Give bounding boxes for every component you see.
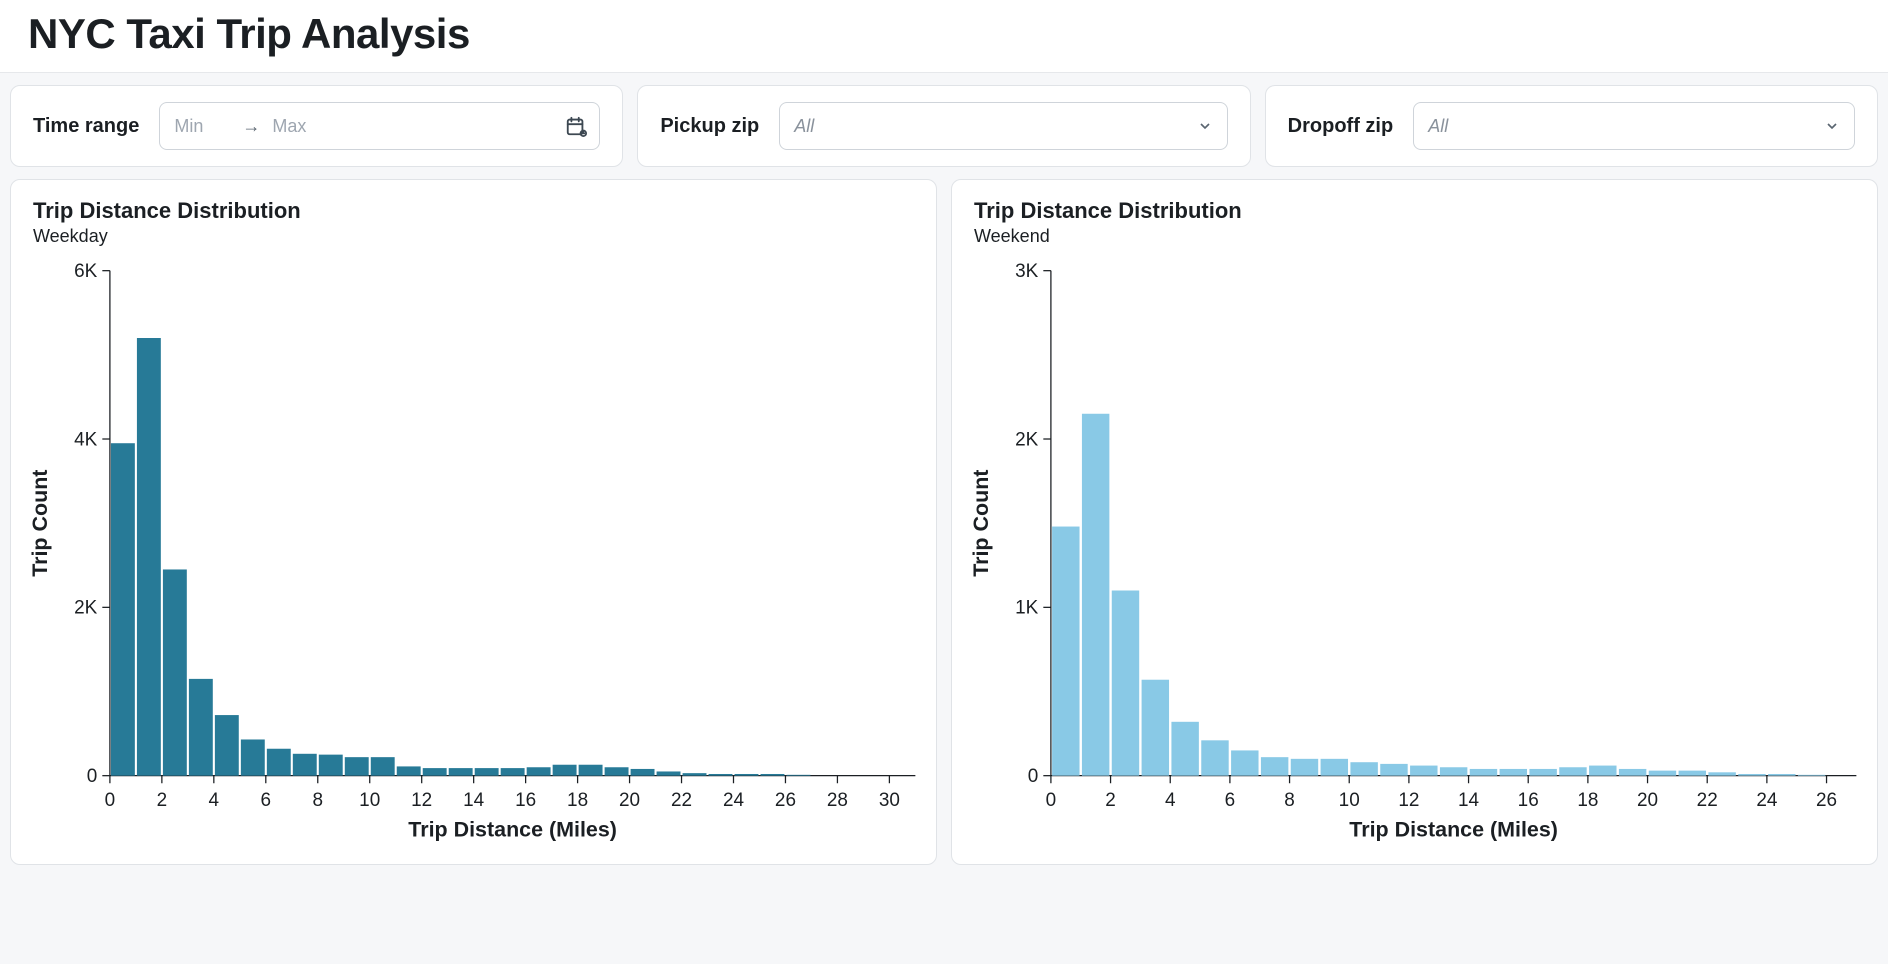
svg-text:Trip Count: Trip Count [28,470,52,577]
svg-text:Trip Distance (Miles): Trip Distance (Miles) [1349,817,1558,841]
svg-text:2K: 2K [1015,429,1039,450]
svg-text:28: 28 [827,790,848,811]
svg-text:12: 12 [411,790,432,811]
chart-subtitle: Weekday [33,226,928,247]
svg-text:4K: 4K [74,429,98,450]
svg-text:0: 0 [1028,766,1039,787]
chart-weekday-card: Trip Distance Distribution Weekday 0 2K 4K… [10,179,937,865]
pickup-zip-select[interactable]: All [779,102,1227,150]
svg-text:30: 30 [879,790,900,811]
chart-weekend: 01K2K3K02468101214161820222426Trip Dista… [960,253,1869,846]
chart-subtitle: Weekend [974,226,1869,247]
svg-text:6: 6 [1225,790,1236,811]
svg-text:Trip Count: Trip Count [969,470,993,577]
svg-text:1K: 1K [1015,598,1039,619]
time-range-label: Time range [33,115,139,138]
chart-title: Trip Distance Distribution [33,198,928,224]
pickup-zip-value: All [794,116,814,137]
svg-text:20: 20 [619,790,640,811]
svg-text:18: 18 [567,790,588,811]
time-range-input[interactable]: → [159,102,600,150]
svg-text:12: 12 [1398,790,1419,811]
svg-text:6: 6 [261,790,272,811]
calendar-icon[interactable] [565,115,587,137]
svg-text:24: 24 [723,790,744,811]
svg-text:Trip Distance (Miles): Trip Distance (Miles) [408,817,617,841]
svg-text:14: 14 [1458,790,1479,811]
svg-text:10: 10 [1339,790,1360,811]
chevron-down-icon [1824,118,1840,134]
pickup-zip-label: Pickup zip [660,115,759,138]
svg-text:0: 0 [105,790,116,811]
svg-text:20: 20 [1637,790,1658,811]
charts: Trip Distance Distribution Weekday 0 2K 4K… [0,179,1888,879]
header: NYC Taxi Trip Analysis [0,0,1888,73]
svg-text:10: 10 [359,790,380,811]
dropoff-zip-card: Dropoff zip All [1265,85,1878,167]
svg-text:2: 2 [1105,790,1116,811]
svg-text:26: 26 [1816,790,1837,811]
svg-text:2: 2 [157,790,168,811]
svg-text:2K: 2K [74,598,98,619]
dropoff-zip-value: All [1428,116,1448,137]
svg-text:22: 22 [671,790,692,811]
chart-weekend-card: Trip Distance Distribution Weekend 0 1K 2K… [951,179,1878,865]
svg-text:4: 4 [209,790,220,811]
svg-text:16: 16 [1518,790,1539,811]
svg-text:18: 18 [1577,790,1598,811]
svg-text:6K: 6K [74,261,98,282]
chevron-down-icon [1197,118,1213,134]
svg-text:14: 14 [463,790,484,811]
arrow-icon: → [242,116,260,137]
dropoff-zip-label: Dropoff zip [1288,115,1394,138]
chart-title: Trip Distance Distribution [974,198,1869,224]
svg-text:4: 4 [1165,790,1176,811]
svg-text:0: 0 [87,766,98,787]
svg-text:8: 8 [312,790,323,811]
svg-text:3K: 3K [1015,261,1039,282]
time-max-input[interactable] [270,115,330,138]
page-title: NYC Taxi Trip Analysis [28,10,1860,58]
time-min-input[interactable] [172,115,232,138]
time-range-card: Time range → [10,85,623,167]
svg-text:26: 26 [775,790,796,811]
svg-text:0: 0 [1046,790,1057,811]
svg-text:16: 16 [515,790,536,811]
svg-text:22: 22 [1697,790,1718,811]
pickup-zip-card: Pickup zip All [637,85,1250,167]
svg-text:8: 8 [1284,790,1295,811]
chart-weekday: 02K4K6K024681012141618202224262830Trip D… [19,253,928,846]
svg-text:24: 24 [1756,790,1777,811]
filters: Time range → Pickup zip All Dropoff zip … [0,73,1888,179]
dropoff-zip-select[interactable]: All [1413,102,1855,150]
